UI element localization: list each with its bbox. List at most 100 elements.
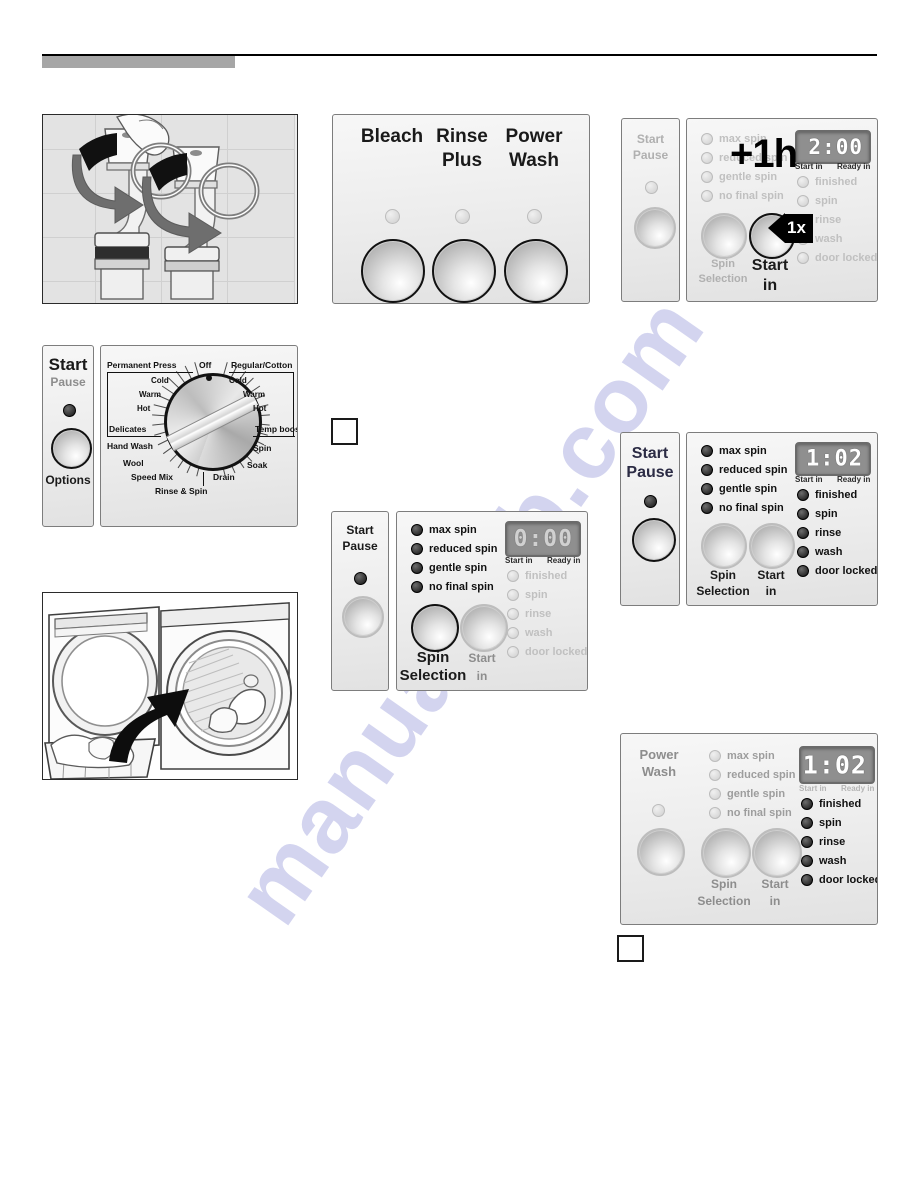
start-in-label-line2: in xyxy=(769,894,781,908)
dial-connector-line xyxy=(293,372,294,436)
spin-option-gentle[interactable]: gentle spin xyxy=(709,788,785,800)
plus-one-hour-overlay: +1h xyxy=(730,132,798,176)
status-label: spin xyxy=(815,508,838,520)
start-in-button[interactable] xyxy=(749,523,795,569)
control-panel-powerwash: Power Wash max spin reduced spin gentle … xyxy=(620,733,878,925)
one-times-callout: 1x xyxy=(768,213,813,243)
step-box-left[interactable] xyxy=(331,418,358,445)
spin-option-gentle[interactable]: gentle spin xyxy=(411,562,487,574)
dial-label-hot-left: Hot xyxy=(137,404,151,413)
spin-option-led xyxy=(411,524,423,536)
options-button[interactable] xyxy=(51,428,92,469)
status-finished: finished xyxy=(797,489,857,501)
ready-in-caption: Ready in xyxy=(547,556,581,565)
dial-label-hand-wash: Hand Wash xyxy=(107,441,153,451)
callout-arrow-icon xyxy=(768,213,785,243)
spin-option-no-final[interactable]: no final spin xyxy=(701,502,784,514)
status-label: finished xyxy=(819,798,862,810)
dial-label-regular-cotton: Regular/Cotton xyxy=(231,360,293,370)
bleach-button[interactable] xyxy=(361,239,425,303)
start-in-label-line1: Start xyxy=(757,568,785,582)
spin-option-no-final[interactable]: no final spin xyxy=(701,190,784,202)
spin-option-gentle[interactable]: gentle spin xyxy=(701,483,777,495)
start-in-label-line1: Start xyxy=(751,257,789,274)
power-wash-label-line2: Wash xyxy=(509,150,559,171)
start-pause-led xyxy=(644,495,657,508)
spin-option-max[interactable]: max spin xyxy=(411,524,477,536)
status-label: door locked xyxy=(815,252,878,264)
dial-off-dot xyxy=(206,375,212,381)
power-wash-button[interactable] xyxy=(637,828,685,876)
status-label: rinse xyxy=(819,836,846,848)
start-in-caption: Start in xyxy=(795,475,823,484)
dial-label-spin: Spin xyxy=(253,443,272,453)
status-label: rinse xyxy=(815,527,842,539)
spin-selection-button[interactable] xyxy=(701,213,747,259)
status-led xyxy=(801,798,813,810)
status-rinse: rinse xyxy=(801,836,845,848)
start-pause-led xyxy=(354,572,367,585)
time-display-plus1h: 2:00 xyxy=(795,130,871,164)
status-led xyxy=(797,565,809,577)
spin-option-reduced[interactable]: reduced spin xyxy=(709,769,795,781)
spin-option-led xyxy=(701,152,713,164)
status-led xyxy=(507,627,519,639)
spin-option-no-final[interactable]: no final spin xyxy=(411,581,494,593)
spin-selection-label-line1: Spin xyxy=(416,649,450,666)
dial-connector-line xyxy=(107,372,108,436)
faucet-illustration xyxy=(42,114,298,304)
spin-option-led xyxy=(701,171,713,183)
status-label: wash xyxy=(819,855,847,867)
start-pause-button[interactable] xyxy=(632,518,676,562)
dial-label-temp-boost: Temp boost xyxy=(255,424,298,434)
spin-option-led xyxy=(411,562,423,574)
ready-in-caption: Ready in xyxy=(837,475,871,484)
start-pause-subpanel-zero: Start Pause xyxy=(331,511,389,691)
power-wash-button[interactable] xyxy=(504,239,568,303)
spin-option-max[interactable]: max spin xyxy=(701,445,767,457)
start-in-button[interactable] xyxy=(752,828,802,878)
spin-option-max[interactable]: max spin xyxy=(709,750,775,762)
spin-option-no-final[interactable]: no final spin xyxy=(709,807,792,819)
manual-page: manualslib.com xyxy=(0,0,918,1188)
spin-option-led xyxy=(709,750,721,762)
start-pause-button[interactable] xyxy=(342,596,384,638)
control-panel-102: max spin reduced spin gentle spin no fin… xyxy=(686,432,878,606)
start-in-button[interactable] xyxy=(460,604,508,652)
dial-label-hot-right: Hot xyxy=(253,404,267,413)
spin-option-label: max spin xyxy=(429,524,477,536)
spin-option-reduced[interactable]: reduced spin xyxy=(411,543,497,555)
spin-selection-button[interactable] xyxy=(701,523,747,569)
bleach-led xyxy=(385,209,400,224)
spin-option-reduced[interactable]: reduced spin xyxy=(701,464,787,476)
status-label: finished xyxy=(815,176,858,188)
start-in-label-line2: in xyxy=(765,584,777,598)
status-label: spin xyxy=(819,817,842,829)
start-pause-label-line2: Pause xyxy=(632,148,669,162)
status-led xyxy=(507,608,519,620)
spin-option-led xyxy=(411,543,423,555)
spin-option-led xyxy=(701,464,713,476)
spin-selection-button[interactable] xyxy=(701,828,751,878)
start-pause-button[interactable] xyxy=(634,207,676,249)
status-led xyxy=(507,589,519,601)
status-door-locked: door locked xyxy=(801,874,877,886)
spin-selection-button[interactable] xyxy=(411,604,459,652)
spin-option-label: reduced spin xyxy=(429,543,498,555)
status-door-locked: door locked xyxy=(797,252,877,264)
rinse-plus-led xyxy=(455,209,470,224)
status-led xyxy=(797,489,809,501)
power-wash-label-line1: Power xyxy=(505,126,563,147)
power-wash-led xyxy=(652,804,665,817)
status-led xyxy=(801,874,813,886)
program-selector-dial[interactable] xyxy=(164,373,262,471)
washer-vector-art xyxy=(44,602,292,779)
rinse-plus-button[interactable] xyxy=(432,239,496,303)
status-finished: finished xyxy=(507,570,567,582)
spin-selection-label-line1: Spin xyxy=(711,877,737,891)
step-box-bottom[interactable] xyxy=(617,935,644,962)
dial-connector-line xyxy=(253,436,295,437)
status-led xyxy=(801,836,813,848)
status-label: wash xyxy=(815,233,843,245)
status-label: spin xyxy=(815,195,838,207)
